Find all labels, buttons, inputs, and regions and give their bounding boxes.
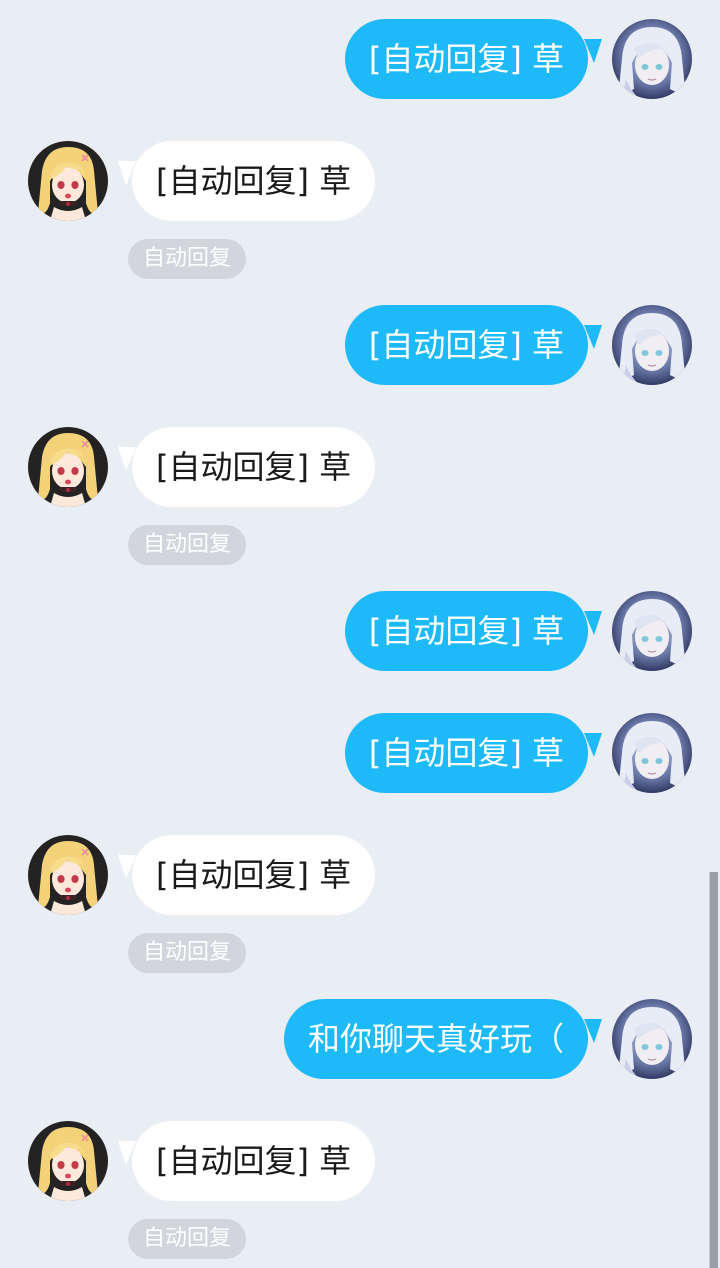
blonde-girl-avatar[interactable] <box>28 835 108 915</box>
scrollbar[interactable] <box>709 872 718 1268</box>
blonde-girl-avatar[interactable] <box>28 427 108 507</box>
message-bubble-outgoing[interactable]: [自动回复] 草 <box>344 713 588 793</box>
message-bubble-incoming[interactable]: [自动回复] 草 <box>132 141 376 221</box>
blonde-girl-avatar[interactable] <box>28 141 108 221</box>
silver-hair-avatar[interactable] <box>612 305 692 385</box>
silver-hair-avatar[interactable] <box>612 19 692 99</box>
chat-message-list[interactable]: [自动回复] 草 [自动回复] 草 自动回复 [自动回复] 草 [自动回复] 草… <box>0 0 720 1268</box>
message-bubble-outgoing[interactable]: 和你聊天真好玩（ <box>283 999 588 1079</box>
message-bubble-outgoing[interactable]: [自动回复] 草 <box>344 19 588 99</box>
message-bubble-outgoing[interactable]: [自动回复] 草 <box>344 305 588 385</box>
silver-hair-avatar[interactable] <box>612 999 692 1079</box>
message-bubble-outgoing[interactable]: [自动回复] 草 <box>344 591 588 671</box>
blonde-girl-avatar[interactable] <box>28 1121 108 1201</box>
message-bubble-incoming[interactable]: [自动回复] 草 <box>132 427 376 507</box>
auto-reply-tag: 自动回复 <box>128 525 247 565</box>
message-bubble-incoming[interactable]: [自动回复] 草 <box>132 1121 376 1201</box>
silver-hair-avatar[interactable] <box>612 713 692 793</box>
auto-reply-tag: 自动回复 <box>128 1219 247 1259</box>
silver-hair-avatar[interactable] <box>612 591 692 671</box>
auto-reply-tag: 自动回复 <box>128 239 247 279</box>
auto-reply-tag: 自动回复 <box>128 933 247 973</box>
message-bubble-incoming[interactable]: [自动回复] 草 <box>132 835 376 915</box>
